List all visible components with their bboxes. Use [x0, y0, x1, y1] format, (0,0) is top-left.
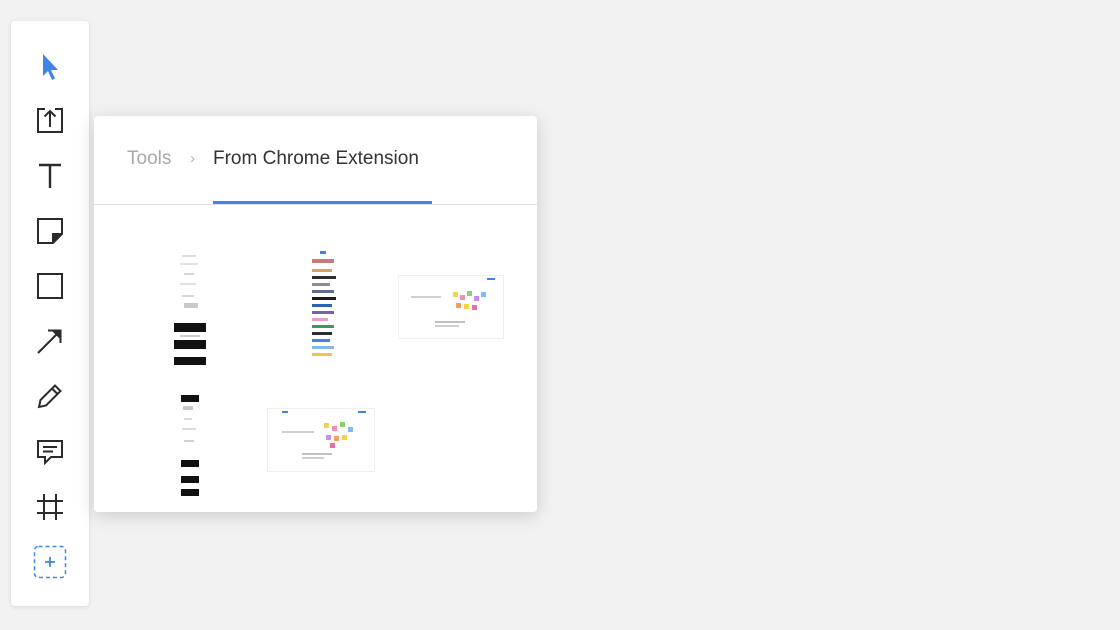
upload-icon	[35, 105, 65, 135]
screenshot-thumbnail-2[interactable]	[306, 251, 342, 366]
frame-tool[interactable]	[32, 489, 68, 525]
shape-tool[interactable]	[32, 268, 68, 304]
frame-icon	[35, 492, 65, 522]
screenshot-thumbnail-3[interactable]	[399, 276, 503, 338]
left-toolbar	[11, 21, 89, 606]
sticky-note-icon	[35, 216, 65, 246]
square-icon	[35, 271, 65, 301]
extension-panel: Tools › From Chrome Extension	[94, 116, 537, 512]
comment-icon	[35, 437, 65, 467]
text-tool[interactable]	[32, 158, 68, 194]
pencil-icon	[35, 381, 65, 411]
breadcrumb-current[interactable]: From Chrome Extension	[213, 148, 419, 170]
upload-tool[interactable]	[32, 102, 68, 138]
cursor-arrow-icon	[39, 51, 61, 81]
breadcrumb-separator: ›	[190, 150, 195, 167]
pen-tool[interactable]	[32, 378, 68, 414]
breadcrumb: Tools › From Chrome Extension	[94, 116, 537, 205]
select-tool[interactable]	[32, 48, 68, 84]
sticky-note-tool[interactable]	[32, 213, 68, 249]
active-tab-underline	[213, 201, 432, 204]
text-icon	[37, 162, 63, 190]
add-more-icon	[33, 545, 67, 579]
comment-tool[interactable]	[32, 434, 68, 470]
screenshot-thumbnail-4[interactable]	[174, 388, 206, 500]
breadcrumb-root-tools[interactable]: Tools	[127, 148, 171, 170]
arrow-tool[interactable]	[32, 323, 68, 359]
arrow-line-icon	[35, 326, 65, 356]
more-tools-button[interactable]	[32, 544, 68, 580]
screenshot-thumbnail-1[interactable]	[174, 251, 206, 366]
screenshot-thumbnail-5[interactable]	[268, 409, 374, 471]
